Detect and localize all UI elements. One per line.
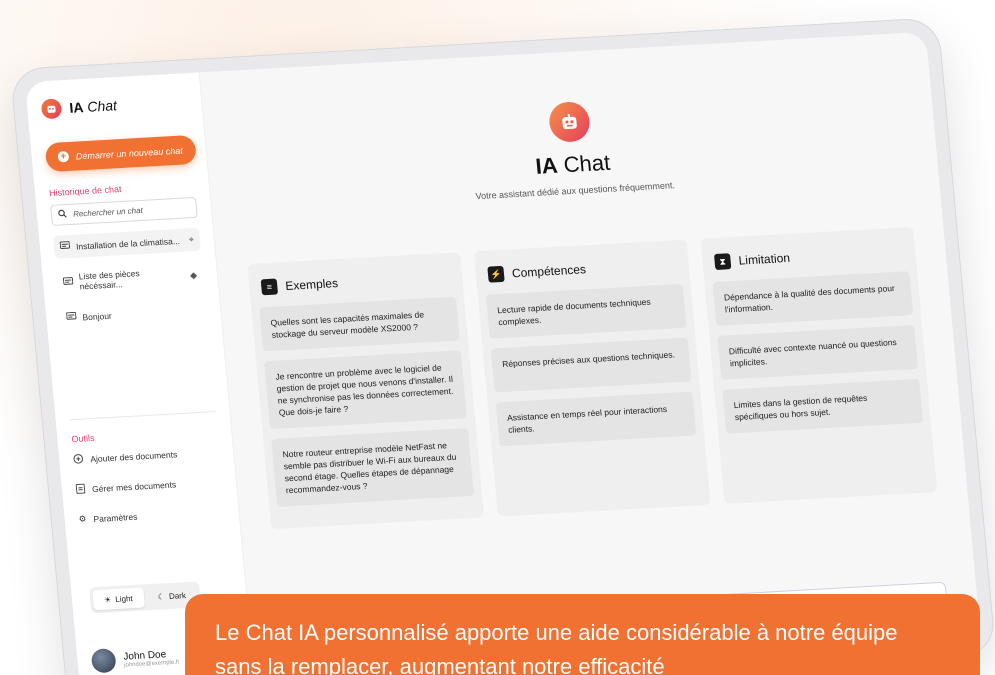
search-icon: [58, 209, 68, 220]
tablet-frame: IA Chat + Démarrer un nouveau chat Histo…: [9, 17, 995, 675]
hourglass-icon: ⧗: [713, 253, 732, 270]
hero: IA Chat Votre assistant dédié aux questi…: [234, 83, 908, 214]
moon-icon: ☾: [157, 591, 166, 602]
sun-icon: ☀: [103, 594, 112, 605]
plus-circle-icon: [73, 454, 84, 467]
brand-name: IA Chat: [68, 97, 118, 116]
search-input[interactable]: Rechercher un chat: [50, 196, 198, 226]
history-item-label: Liste des pièces nécéssair...: [78, 268, 141, 292]
app-screen: IA Chat + Démarrer un nouveau chat Histo…: [24, 31, 982, 675]
skill-card: Lecture rapide de documents techniques c…: [485, 283, 687, 339]
search-placeholder: Rechercher un chat: [72, 205, 144, 219]
column-header: ≡ Exemples: [260, 269, 451, 296]
tool-label: Paramètres: [92, 511, 138, 524]
plus-icon: +: [57, 150, 70, 163]
history-item-label: Bonjour: [81, 310, 113, 322]
limitation-card: Difficulté avec contexte nuancé ou quest…: [717, 324, 919, 380]
chat-bubble-icon: [62, 276, 74, 288]
example-card[interactable]: Je rencontre un problème avec le logicie…: [264, 350, 467, 430]
column-title: Compétences: [511, 262, 587, 281]
theme-light-label: Light: [114, 593, 134, 604]
add-documents-button[interactable]: Ajouter des documents: [73, 446, 220, 466]
manage-documents-button[interactable]: Gérer mes documents: [75, 476, 223, 496]
testimonial-banner: Le Chat IA personnalisé apporte une aide…: [185, 594, 980, 675]
pin-icon[interactable]: ◆: [190, 269, 198, 280]
main-area: IA Chat Votre assistant dédié aux questi…: [199, 31, 982, 675]
skill-card: Réponses précises aux questions techniqu…: [490, 337, 692, 393]
robot-logo-icon: [40, 98, 63, 120]
column-limitations: ⧗ Limitation Dépendance à la qualité des…: [700, 226, 938, 504]
column-examples: ≡ Exemples Quelles sont les capacités ma…: [247, 252, 485, 530]
history-item[interactable]: Liste des pièces nécéssair... ◆: [56, 259, 205, 299]
limitation-card: Dépendance à la qualité des documents po…: [712, 271, 914, 327]
tool-label: Ajouter des documents: [89, 449, 178, 465]
column-header: ⧗ Limitation: [713, 244, 904, 270]
gear-icon: ⚙: [78, 513, 87, 524]
history-item[interactable]: Bonjour: [59, 299, 207, 330]
new-chat-button[interactable]: + Démarrer un nouveau chat: [44, 134, 197, 173]
history-item-label: Installation de la climatisa...: [75, 235, 181, 252]
limitation-card: Limites dans la gestion de requêtes spéc…: [722, 378, 923, 434]
testimonial-text: Le Chat IA personnalisé apporte une aide…: [215, 620, 898, 675]
column-skills: ⚡ Compétences Lecture rapide de document…: [473, 239, 711, 517]
chat-bubble-icon: [66, 311, 77, 324]
list-icon: ≡: [260, 278, 279, 296]
example-card[interactable]: Notre routeur entreprise modèle NetFast …: [271, 428, 475, 507]
document-icon: [75, 483, 86, 496]
history-item[interactable]: Installation de la climatisa... ⌖: [52, 227, 201, 259]
tools-title: Outils: [71, 432, 95, 445]
pin-icon[interactable]: ⌖: [188, 234, 194, 245]
example-card[interactable]: Quelles sont les capacités maximales de …: [259, 296, 460, 352]
scene: IA Chat + Démarrer un nouveau chat Histo…: [0, 0, 995, 675]
chat-bubble-icon: [59, 241, 71, 253]
column-title: Exemples: [284, 276, 339, 294]
brand: IA Chat: [40, 91, 189, 120]
skill-card: Assistance en temps réel pour interactio…: [495, 391, 697, 447]
tool-label: Gérer mes documents: [91, 479, 177, 495]
history-title: Historique de chat: [48, 184, 122, 199]
column-title: Limitation: [738, 250, 791, 268]
user-profile[interactable]: John Doe johndoe@exemple.fr: [90, 645, 181, 674]
avatar: [90, 648, 117, 674]
lightning-icon: ⚡: [487, 265, 505, 283]
robot-logo-icon: [547, 100, 591, 143]
column-header: ⚡ Compétences: [487, 256, 677, 283]
sidebar-divider: [69, 411, 216, 421]
theme-dark-label: Dark: [168, 590, 187, 601]
theme-light-option[interactable]: ☀ Light: [92, 587, 145, 611]
new-chat-label: Démarrer un nouveau chat: [75, 145, 184, 162]
settings-button[interactable]: ⚙ Paramètres: [78, 506, 225, 525]
info-columns: ≡ Exemples Quelles sont les capacités ma…: [247, 226, 938, 530]
